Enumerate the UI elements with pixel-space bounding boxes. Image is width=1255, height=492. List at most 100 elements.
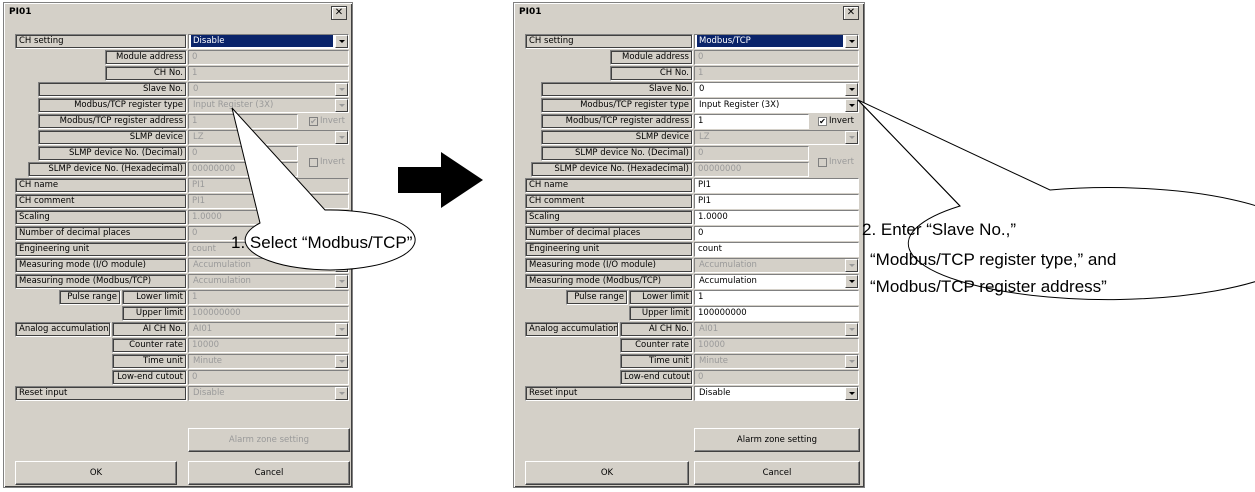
pulse-range-label: Pulse range: [59, 290, 121, 305]
ch-name-field: PI1: [188, 178, 349, 193]
module-address-label: Module address: [610, 50, 693, 65]
pi01-dialog-after: PI01 ✕ CH setting Modbus/TCP Module addr…: [513, 2, 865, 488]
register-address-label: Modbus/TCP register address: [541, 114, 693, 129]
ch-setting-select[interactable]: Disable: [188, 34, 349, 49]
decimal-places-field[interactable]: 0: [694, 226, 859, 241]
counter-rate-field: 10000: [188, 338, 349, 353]
reset-input-label: Reset input: [15, 386, 187, 401]
time-unit-label: Time unit: [112, 354, 187, 369]
chevron-down-icon: [335, 387, 348, 400]
slmp-hex-label: SLMP device No. (Hexadecimal): [531, 162, 693, 177]
title-bar: PI01 ✕: [6, 5, 350, 21]
ch-no-field: 1: [694, 66, 859, 81]
low-end-cutout-label: Low-end cutout: [620, 370, 693, 385]
close-icon[interactable]: ✕: [843, 6, 859, 20]
measuring-mode-tcp-select[interactable]: Accumulation: [694, 274, 859, 289]
invert-label: Invert: [320, 157, 345, 167]
scaling-label: Scaling: [15, 210, 187, 225]
ok-button[interactable]: OK: [525, 461, 689, 485]
slmp-device-select: LZ: [188, 130, 349, 145]
register-type-label: Modbus/TCP register type: [541, 98, 693, 113]
chevron-down-icon: [845, 323, 858, 336]
invert-label: Invert: [829, 116, 854, 126]
alarm-zone-setting-button[interactable]: Alarm zone setting: [694, 428, 860, 452]
module-address-field: 0: [694, 50, 859, 65]
invert-checkbox[interactable]: ✔: [818, 117, 827, 126]
upper-limit-label: Upper limit: [629, 306, 693, 321]
invert-checkbox: ✔: [309, 117, 318, 126]
register-type-select[interactable]: Input Register (3X): [694, 98, 859, 113]
slmp-hex-field: 00000000: [188, 162, 298, 177]
lower-limit-label: Lower limit: [122, 290, 187, 305]
chevron-down-icon[interactable]: [845, 99, 858, 112]
ok-button[interactable]: OK: [15, 461, 177, 485]
upper-limit-field[interactable]: 100000000: [694, 306, 859, 321]
slave-no-select[interactable]: 0: [694, 82, 859, 97]
chevron-down-icon[interactable]: [845, 275, 858, 288]
slmp-decimal-label: SLMP device No. (Decimal): [38, 146, 187, 161]
step2-callout-line3: “Modbus/TCP register address”: [870, 277, 1107, 296]
callout-pointer: [857, 99, 961, 207]
measuring-mode-tcp-label: Measuring mode (Modbus/TCP): [525, 274, 693, 289]
scaling-field: 1.0000: [188, 210, 349, 225]
chevron-down-icon: [335, 83, 348, 96]
slmp-decimal-field: 0: [188, 146, 298, 161]
ch-setting-label: CH setting: [15, 34, 187, 49]
slmp-hex-field: 00000000: [694, 162, 809, 177]
close-icon[interactable]: ✕: [331, 6, 347, 20]
lower-limit-field: 1: [188, 290, 349, 305]
slmp-decimal-field: 0: [694, 146, 809, 161]
upper-limit-label: Upper limit: [122, 306, 187, 321]
register-address-field[interactable]: 1: [694, 114, 809, 129]
ch-name-label: CH name: [15, 178, 187, 193]
step1-callout-text: 1. Select “Modbus/TCP”: [231, 233, 413, 252]
low-end-cutout-field: 0: [694, 370, 859, 385]
module-address-label: Module address: [105, 50, 187, 65]
right-arrow-icon: [398, 152, 483, 208]
ch-comment-field: PI1: [188, 194, 349, 209]
ch-name-label: CH name: [525, 178, 693, 193]
ai-ch-no-label: AI CH No.: [620, 322, 693, 337]
analog-accumulation-label: Analog accumulation: [15, 322, 111, 337]
cancel-button[interactable]: Cancel: [188, 461, 350, 485]
register-type-select: Input Register (3X): [188, 98, 349, 113]
ch-name-field[interactable]: PI1: [694, 178, 859, 193]
lower-limit-field[interactable]: 1: [694, 290, 859, 305]
chevron-down-icon: [335, 99, 348, 112]
lower-limit-label: Lower limit: [629, 290, 693, 305]
module-address-field: 0: [188, 50, 349, 65]
ch-setting-select[interactable]: Modbus/TCP: [694, 34, 859, 49]
chevron-down-icon: [335, 275, 348, 288]
scaling-field[interactable]: 1.0000: [694, 210, 859, 225]
reset-input-label: Reset input: [525, 386, 693, 401]
measuring-mode-io-select: Accumulation: [694, 258, 859, 273]
slmp-decimal-label: SLMP device No. (Decimal): [541, 146, 693, 161]
slmp-device-select: LZ: [694, 130, 859, 145]
ai-ch-no-select: AI01: [694, 322, 859, 337]
time-unit-select: Minute: [694, 354, 859, 369]
slmp-device-label: SLMP device: [541, 130, 693, 145]
chevron-down-icon[interactable]: [845, 387, 858, 400]
ai-ch-no-label: AI CH No.: [112, 322, 187, 337]
ch-no-label: CH No.: [610, 66, 693, 81]
chevron-down-icon: [845, 259, 858, 272]
chevron-down-icon: [335, 323, 348, 336]
title-bar: PI01 ✕: [516, 5, 862, 21]
engineering-unit-label: Engineering unit: [15, 242, 187, 257]
time-unit-label: Time unit: [620, 354, 693, 369]
ch-setting-label: CH setting: [525, 34, 693, 49]
invert-checkbox: [309, 158, 318, 167]
engineering-unit-field[interactable]: count: [694, 242, 859, 257]
reset-input-select[interactable]: Disable: [694, 386, 859, 401]
chevron-down-icon: [845, 131, 858, 144]
ch-comment-field[interactable]: PI1: [694, 194, 859, 209]
slmp-hex-label: SLMP device No. (Hexadecimal): [28, 162, 187, 177]
chevron-down-icon: [335, 131, 348, 144]
chevron-down-icon[interactable]: [845, 83, 858, 96]
scaling-label: Scaling: [525, 210, 693, 225]
register-address-label: Modbus/TCP register address: [38, 114, 187, 129]
counter-rate-label: Counter rate: [112, 338, 187, 353]
chevron-down-icon[interactable]: [845, 35, 858, 48]
cancel-button[interactable]: Cancel: [694, 461, 860, 485]
chevron-down-icon[interactable]: [335, 35, 348, 48]
